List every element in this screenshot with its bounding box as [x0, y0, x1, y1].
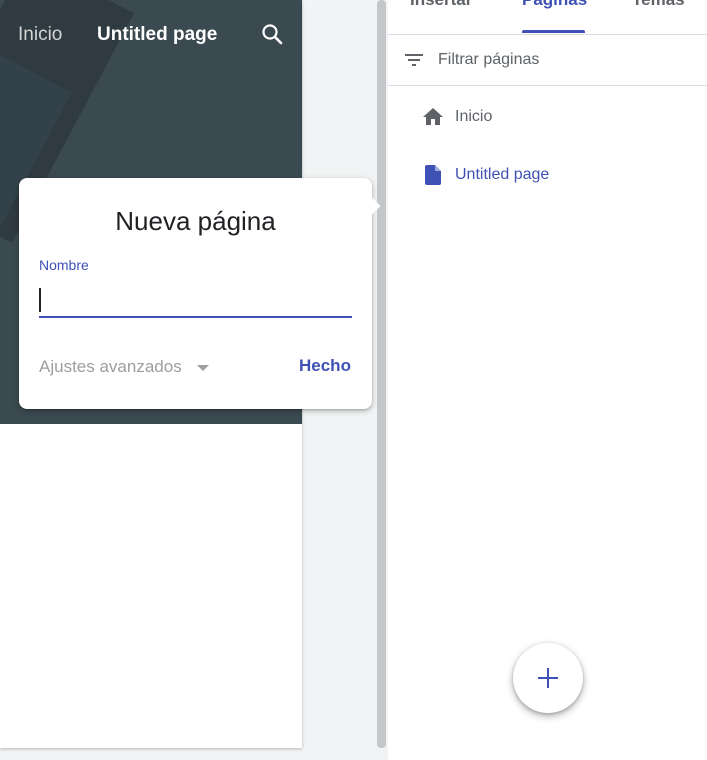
- tab-insert[interactable]: Insertar: [410, 0, 472, 12]
- advanced-settings-label: Ajustes avanzados: [39, 357, 182, 376]
- new-page-dialog: Nueva página Nombre Ajustes avanzados He…: [19, 178, 381, 409]
- filter-icon: [402, 48, 426, 72]
- editor-scrollbar[interactable]: [377, 0, 386, 748]
- nav-link-current-page[interactable]: Untitled page: [97, 22, 217, 48]
- panel-tabs: Insertar Páginas Temas: [388, 0, 707, 35]
- filter-pages-input[interactable]: [438, 48, 688, 72]
- advanced-settings-toggle[interactable]: Ajustes avanzados: [39, 357, 182, 377]
- filter-pages-bar: [388, 35, 707, 86]
- site-navigation: Inicio Untitled page: [0, 22, 302, 50]
- active-tab-indicator: [522, 30, 585, 33]
- home-icon: [421, 105, 445, 129]
- name-field-label: Nombre: [39, 257, 89, 273]
- dialog-title: Nueva página: [115, 206, 276, 236]
- pages-panel: Insertar Páginas Temas Inicio: [388, 0, 707, 760]
- page-list-item-inicio[interactable]: Inicio: [388, 97, 707, 137]
- chevron-down-icon[interactable]: [197, 365, 209, 371]
- app-root: Inicio Untitled page Nueva página Nombre…: [0, 0, 707, 760]
- text-cursor: [39, 288, 41, 312]
- page-list-item-untitled[interactable]: Untitled page: [388, 155, 707, 195]
- page-list-item-label: Inicio: [455, 108, 493, 125]
- add-page-button[interactable]: [513, 643, 583, 713]
- tab-pages[interactable]: Páginas: [522, 0, 587, 12]
- nav-link-home[interactable]: Inicio: [18, 22, 62, 48]
- search-icon[interactable]: [260, 22, 284, 46]
- done-button[interactable]: Hecho: [299, 356, 351, 376]
- page-icon: [421, 163, 445, 187]
- tab-themes[interactable]: Temas: [632, 0, 685, 12]
- page-list-item-label: Untitled page: [455, 166, 550, 183]
- page-name-input[interactable]: [39, 284, 352, 318]
- plus-icon: [538, 668, 558, 688]
